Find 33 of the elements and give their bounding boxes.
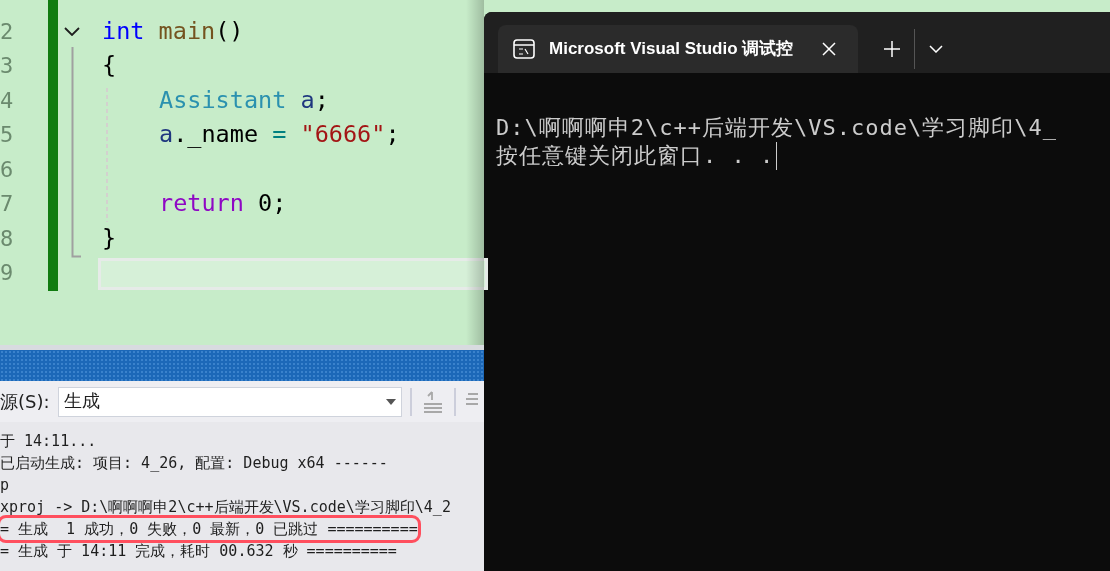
dropdown-caret-icon <box>385 398 396 405</box>
source-label: 源(S): <box>0 390 50 414</box>
output-line: = 生成 1 成功，0 失败，0 最新，0 已跳过 ========== <box>0 517 418 541</box>
code-line: } <box>102 222 117 254</box>
tab-title: Microsoft Visual Studio 调试控 <box>549 38 794 61</box>
line-number: 9 <box>0 259 15 288</box>
output-line: p <box>0 474 10 496</box>
console-line: D:\啊啊啊申2\c++后端开发\VS.code\学习脚印\4_ <box>496 114 1057 142</box>
output-line: xproj -> D:\啊啊啊申2\c++后端开发\VS.code\学习脚印\4_2 <box>0 496 451 518</box>
dropdown-chevron-icon[interactable] <box>929 45 943 53</box>
code-line: { <box>102 50 117 82</box>
line-number: 5 <box>0 121 15 150</box>
close-icon[interactable] <box>822 42 836 56</box>
output-line: 已启动生成: 项目: 4_26, 配置: Debug x64 ------ <box>0 452 388 474</box>
code-line: Assistant a; <box>158 84 329 116</box>
console-tab[interactable]: Microsoft Visual Studio 调试控 <box>498 25 858 73</box>
new-tab-icon[interactable] <box>884 41 900 57</box>
terminal-icon <box>513 39 535 59</box>
collapse-chevron-icon[interactable] <box>64 26 80 36</box>
code-line: a._name = "6666"; <box>158 119 400 151</box>
line-number: 8 <box>0 224 15 253</box>
fold-guide-icon <box>71 47 81 258</box>
line-number: 2 <box>0 17 15 46</box>
line-number: 6 <box>0 155 15 184</box>
line-number: 3 <box>0 52 15 81</box>
code-line: int main() <box>102 15 244 47</box>
console-line: 按任意键关闭此窗口. . . <box>496 142 778 170</box>
source-dropdown[interactable]: 生成 <box>57 386 402 417</box>
output-line: 于 14:11... <box>0 430 97 452</box>
line-number: 7 <box>0 190 15 219</box>
line-number: 4 <box>0 86 15 115</box>
code-line: return 0; <box>158 188 287 220</box>
output-line: = 生成 于 14:11 完成，耗时 00.632 秒 ========== <box>0 540 397 562</box>
